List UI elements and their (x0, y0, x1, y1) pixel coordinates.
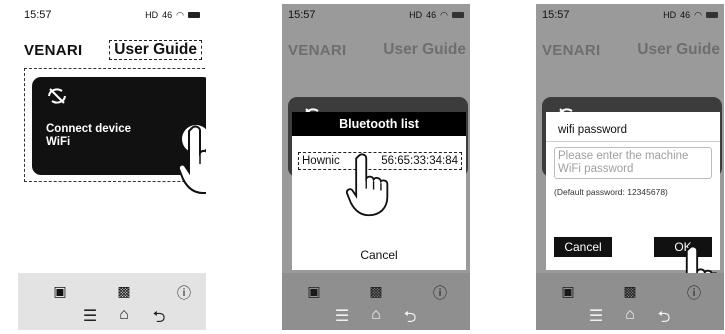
wifi-icon: ◠ (176, 9, 184, 20)
status-icons: HD 46 ◠ (145, 10, 200, 21)
speaker-icon[interactable]: ▣ (50, 283, 70, 300)
bottom-nav: ▣ ▩ ⓘ ☰ ⌂ ⮌ (18, 273, 206, 330)
card-label: Connect device WiFi (46, 123, 131, 149)
dialog-title: Bluetooth list (292, 112, 466, 136)
brand-title: VENARI (24, 41, 83, 59)
hd-icon: HD (145, 10, 159, 20)
back-icon[interactable]: ⮌ (654, 306, 674, 330)
status-time: 15:57 (542, 9, 570, 21)
menu-icon[interactable]: ☰ (332, 306, 352, 326)
signal-icon: 46 (426, 10, 437, 20)
cancel-button[interactable]: Cancel (292, 248, 466, 262)
wifi-icon: ◠ (440, 9, 448, 20)
battery-icon (452, 12, 464, 18)
gallery-icon[interactable]: ▩ (366, 283, 386, 300)
phone-screen-1: 15:57 HD 46 ◠ VENARI User Guide Connect … (18, 4, 206, 330)
status-bar: 15:57 HD 46 ◠ (542, 8, 718, 22)
menu-icon[interactable]: ☰ (586, 306, 606, 326)
placeholder-line-2: WiFi password (558, 163, 634, 175)
hd-icon: HD (663, 10, 677, 20)
bottom-nav: ▣ ▩ ⓘ ☰ ⌂ ⮌ (536, 273, 724, 330)
brand-title: VENARI (542, 41, 601, 59)
back-icon[interactable]: ⮌ (400, 306, 420, 330)
speaker-icon[interactable]: ▣ (304, 283, 324, 300)
card-line-2: WiFi (46, 136, 71, 148)
user-guide-link[interactable]: User Guide (383, 41, 466, 59)
back-icon[interactable]: ⮌ (149, 306, 169, 330)
status-icons: HD 46 ◠ (409, 10, 464, 21)
wifi-icon: ◠ (694, 9, 702, 20)
battery-icon (188, 12, 200, 18)
status-icons: HD 46 ◠ (663, 10, 718, 21)
bottom-nav: ▣ ▩ ⓘ ☰ ⌂ ⮌ (282, 273, 470, 330)
phone-screen-3: 15:57 HD 46 ◠ VENARI User Guide wifi pas… (536, 4, 724, 330)
default-password-hint: (Default password: 12345678) (554, 187, 668, 197)
gallery-icon[interactable]: ▩ (114, 283, 134, 300)
menu-icon[interactable]: ☰ (80, 306, 100, 326)
info-icon[interactable]: ⓘ (684, 283, 704, 303)
brand-title: VENARI (288, 41, 347, 59)
app-header: VENARI User Guide (24, 39, 202, 61)
status-time: 15:57 (288, 9, 316, 21)
pointing-hand-icon (346, 153, 389, 217)
speaker-icon[interactable]: ▣ (558, 283, 578, 300)
status-bar: 15:57 HD 46 ◠ (288, 8, 464, 22)
card-line-1: Connect device (46, 123, 131, 135)
device-name: Hownic (302, 155, 340, 167)
user-guide-link[interactable]: User Guide (109, 40, 202, 60)
device-mac: 56:65:33:34:84 (381, 155, 458, 167)
app-header: VENARI User Guide (542, 39, 720, 61)
info-icon[interactable]: ⓘ (430, 283, 450, 303)
status-bar: 15:57 HD 46 ◠ (24, 8, 200, 22)
divider (546, 141, 720, 142)
signal-icon: 46 (162, 10, 173, 20)
battery-icon (706, 12, 718, 18)
wifi-password-input[interactable]: Please enter the machine WiFi password (554, 147, 712, 179)
home-icon[interactable]: ⌂ (620, 306, 640, 324)
signal-icon: 46 (680, 10, 691, 20)
home-icon[interactable]: ⌂ (114, 306, 134, 324)
info-icon[interactable]: ⓘ (174, 283, 194, 303)
status-time: 15:57 (24, 9, 52, 21)
unlinked-icon (48, 88, 66, 104)
home-icon[interactable]: ⌂ (366, 306, 386, 324)
user-guide-link[interactable]: User Guide (637, 41, 720, 59)
cancel-button[interactable]: Cancel (554, 237, 612, 257)
dialog-title: wifi password (558, 124, 628, 136)
app-header: VENARI User Guide (288, 39, 466, 61)
phone-screen-2: 15:57 HD 46 ◠ VENARI User Guide Bluetoot… (282, 4, 470, 330)
gallery-icon[interactable]: ▩ (620, 283, 640, 300)
pointing-hand-icon (178, 125, 206, 195)
placeholder-line-1: Please enter the machine (558, 150, 689, 162)
hd-icon: HD (409, 10, 423, 20)
